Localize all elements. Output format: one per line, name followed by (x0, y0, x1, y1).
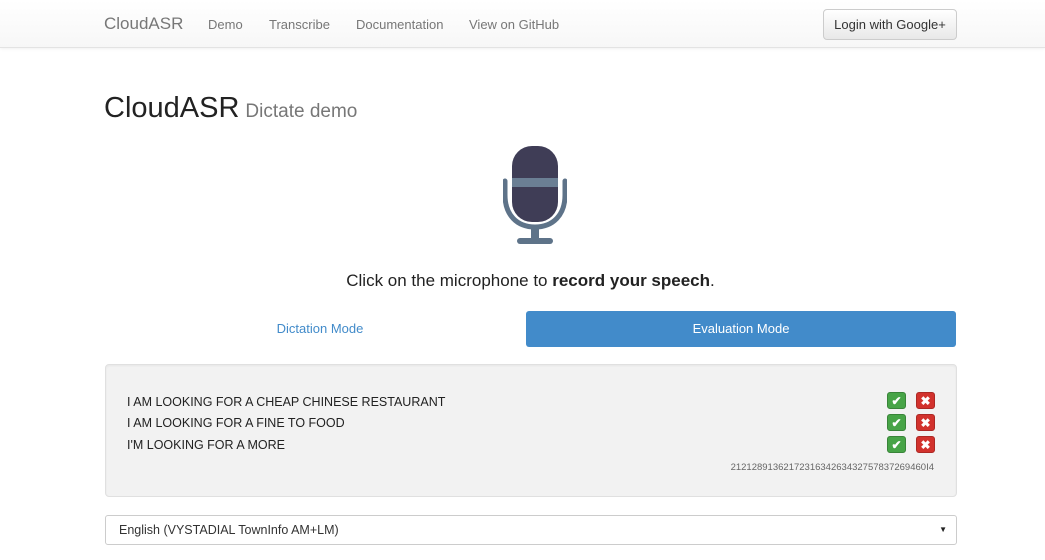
language-select[interactable]: English (VYSTADIAL TownInfo AM+LM) ▼ (105, 515, 957, 545)
hypothesis-1: I AM LOOKING FOR A CHEAP CHINESE RESTAUR… (127, 395, 446, 409)
reject-button-2[interactable]: ✖ (916, 414, 935, 431)
microphone-icon[interactable] (502, 143, 568, 247)
instruction-prefix: Click on the microphone to (346, 271, 553, 290)
page-title-main: CloudASR (104, 92, 240, 124)
nav-link-demo[interactable]: Demo (208, 17, 243, 33)
reject-button-1[interactable]: ✖ (916, 392, 935, 409)
tab-dictation-mode[interactable]: Dictation Mode (105, 311, 535, 347)
nav-link-documentation[interactable]: Documentation (356, 17, 443, 33)
tab-evaluation-mode[interactable]: Evaluation Mode (526, 311, 956, 347)
page-title: CloudASR Dictate demo (104, 92, 357, 129)
login-google-button[interactable]: Login with Google+ (823, 9, 957, 40)
navbar: CloudASR Demo Transcribe Documentation V… (0, 0, 1045, 48)
accept-button-3[interactable]: ✔ (887, 436, 906, 453)
brand-link[interactable]: CloudASR (104, 14, 183, 34)
check-icon: ✔ (891, 438, 902, 452)
x-icon: ✖ (920, 394, 931, 408)
nav-link-transcribe[interactable]: Transcribe (269, 17, 330, 33)
check-icon: ✔ (891, 394, 902, 408)
hypothesis-3: I'M LOOKING FOR A MORE (127, 438, 285, 452)
instruction-text: Click on the microphone to record your s… (0, 271, 1045, 291)
x-icon: ✖ (920, 416, 931, 430)
page-subtitle: Dictate demo (245, 101, 358, 122)
recording-id: 2121289136217231634263432757837269460I4 (730, 462, 934, 473)
x-icon: ✖ (920, 438, 931, 452)
instruction-emphasis: record your speech (552, 271, 711, 290)
caret-down-icon: ▼ (939, 525, 947, 534)
accept-button-1[interactable]: ✔ (887, 392, 906, 409)
accept-button-2[interactable]: ✔ (887, 414, 906, 431)
reject-button-3[interactable]: ✖ (916, 436, 935, 453)
results-panel: I AM LOOKING FOR A CHEAP CHINESE RESTAUR… (105, 364, 957, 497)
hypothesis-2: I AM LOOKING FOR A FINE TO FOOD (127, 416, 345, 430)
check-icon: ✔ (891, 416, 902, 430)
instruction-suffix: . (710, 271, 715, 290)
nav-link-github[interactable]: View on GitHub (469, 17, 559, 33)
language-selected: English (VYSTADIAL TownInfo AM+LM) (119, 523, 339, 537)
